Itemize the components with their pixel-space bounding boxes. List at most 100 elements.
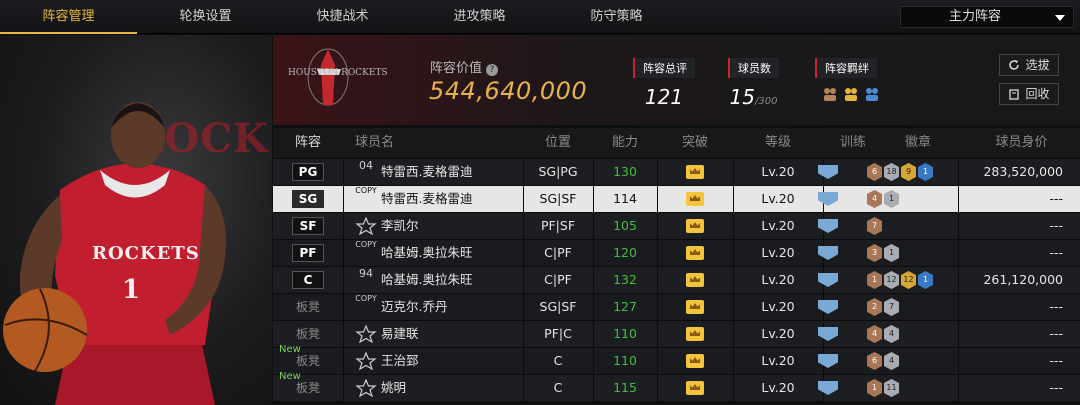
breakthrough-cell[interactable] bbox=[657, 348, 733, 374]
table-row[interactable]: 板凳 COPY 迈克尔.乔丹 SG|SF 127 Lv.20 27 --- bbox=[273, 293, 1080, 320]
training-cell[interactable] bbox=[803, 159, 853, 185]
player-name[interactable]: 迈克尔.乔丹 bbox=[381, 294, 447, 320]
crown-icon bbox=[686, 354, 704, 368]
badge-list[interactable]: 6 18 9 1 bbox=[867, 163, 933, 181]
player-value: --- bbox=[1049, 191, 1063, 206]
player-ability: 115 bbox=[613, 380, 637, 395]
training-cell[interactable] bbox=[803, 240, 853, 266]
player-count-label: 球员数 bbox=[728, 58, 779, 78]
table-row[interactable]: SG COPY 特雷西.麦格雷迪 SG|SF 114 Lv.20 41 --- bbox=[273, 185, 1080, 212]
crown-icon bbox=[686, 192, 704, 206]
player-position: SG|SF bbox=[539, 299, 577, 314]
badge-list[interactable]: 1 12 12 1 bbox=[867, 271, 933, 289]
help-icon[interactable]: ? bbox=[486, 64, 499, 76]
chevron-down-icon bbox=[1055, 15, 1065, 21]
breakthrough-cell[interactable] bbox=[657, 159, 733, 185]
breakthrough-cell[interactable] bbox=[657, 213, 733, 239]
badge-count: 3 bbox=[867, 244, 882, 262]
player-name[interactable]: 姚明 bbox=[381, 375, 406, 401]
badge-count: 6 bbox=[867, 352, 882, 370]
badge-count: 18 bbox=[884, 163, 899, 181]
position-slot-badge: SG bbox=[292, 190, 324, 208]
player-name[interactable]: 特雷西.麦格雷迪 bbox=[381, 186, 472, 212]
badge-count: 1 bbox=[867, 379, 882, 397]
breakthrough-cell[interactable] bbox=[657, 294, 733, 320]
lineup-slot-cell: C bbox=[273, 267, 343, 293]
bond-gold-icon[interactable] bbox=[842, 86, 860, 102]
column-divider bbox=[343, 159, 344, 185]
table-row[interactable]: PG 04 特雷西.麦格雷迪 SG|PG 130 Lv.20 6 18 9 1 283… bbox=[273, 158, 1080, 185]
jersey-number: 1 bbox=[122, 275, 141, 305]
badge-count: 7 bbox=[884, 298, 899, 316]
table-row[interactable]: C 94 哈基姆.奥拉朱旺 C|PF 132 Lv.20 1 12 12 1 261,… bbox=[273, 266, 1080, 293]
lineup-slot-cell: PF bbox=[273, 240, 343, 266]
badge-list[interactable]: 7 bbox=[867, 217, 882, 235]
breakthrough-cell[interactable] bbox=[657, 375, 733, 401]
training-cell[interactable] bbox=[803, 321, 853, 347]
training-cell[interactable] bbox=[803, 213, 853, 239]
player-value: --- bbox=[1049, 326, 1063, 341]
player-name[interactable]: 李凯尔 bbox=[381, 213, 419, 239]
table-row[interactable]: New 板凳 姚明 C 115 Lv.20 1 11 --- bbox=[273, 371, 1080, 401]
player-name[interactable]: 王治郅 bbox=[381, 348, 419, 374]
player-count-block: 球员数 15/300 bbox=[728, 57, 779, 109]
crown-icon bbox=[686, 273, 704, 287]
table-row[interactable]: PF COPY 哈基姆.奥拉朱旺 C|PF 120 Lv.20 31 --- bbox=[273, 239, 1080, 266]
player-value: 283,520,000 bbox=[983, 164, 1063, 179]
training-cell[interactable] bbox=[803, 294, 853, 320]
bond-blue-icon[interactable] bbox=[863, 86, 881, 102]
recycle-button[interactable]: 回收 bbox=[999, 83, 1059, 105]
badge-list[interactable]: 27 bbox=[867, 298, 899, 316]
player-name[interactable]: 易建联 bbox=[381, 321, 419, 347]
badge-count: 1 bbox=[867, 271, 882, 289]
training-cell[interactable] bbox=[803, 267, 853, 293]
badge-count: 1 bbox=[918, 163, 933, 181]
training-shield-icon bbox=[818, 246, 838, 260]
training-shield-icon bbox=[818, 327, 838, 341]
player-value: --- bbox=[1049, 299, 1063, 314]
player-name[interactable]: 哈基姆.奥拉朱旺 bbox=[381, 240, 472, 266]
training-cell[interactable] bbox=[803, 348, 853, 374]
table-row[interactable]: 板凳 易建联 PF|C 110 Lv.20 44 --- bbox=[273, 320, 1080, 347]
bond-bronze-icon[interactable] bbox=[821, 86, 839, 102]
table-row[interactable]: SF 李凯尔 PF|SF 105 Lv.20 7 --- bbox=[273, 212, 1080, 239]
col-ability: 能力 bbox=[611, 135, 638, 150]
badge-count: 11 bbox=[884, 379, 899, 397]
crown-icon bbox=[686, 327, 704, 341]
player-name[interactable]: 哈基姆.奥拉朱旺 bbox=[381, 267, 472, 293]
player-count-value: 15/300 bbox=[728, 85, 779, 109]
badge-count: 4 bbox=[884, 325, 899, 343]
breakthrough-cell[interactable] bbox=[657, 186, 733, 212]
player-name[interactable]: 特雷西.麦格雷迪 bbox=[381, 159, 472, 185]
tab-offense-strategy[interactable]: 进攻策略 bbox=[411, 0, 548, 34]
bench-label: 板凳 bbox=[295, 354, 320, 368]
badge-list[interactable]: 44 bbox=[867, 325, 899, 343]
badge-list[interactable]: 1 11 bbox=[867, 379, 899, 397]
select-button[interactable]: 选拔 bbox=[999, 54, 1059, 76]
badge-list[interactable]: 41 bbox=[867, 190, 899, 208]
training-shield-icon bbox=[818, 354, 838, 368]
column-divider bbox=[343, 321, 344, 347]
breakthrough-cell[interactable] bbox=[657, 267, 733, 293]
breakthrough-cell[interactable] bbox=[657, 321, 733, 347]
lineup-dropdown[interactable]: 主力阵容 bbox=[900, 6, 1074, 28]
select-button-label: 选拔 bbox=[1025, 58, 1050, 72]
lineup-slot-cell: 板凳 bbox=[273, 294, 343, 320]
lineup-slot-cell: PG bbox=[273, 159, 343, 185]
player-ability: 110 bbox=[613, 353, 637, 368]
player-position: C|PF bbox=[544, 272, 572, 287]
table-row[interactable]: New 板凳 王治郅 C 110 Lv.20 64 --- bbox=[273, 344, 1080, 374]
tab-rotation-settings[interactable]: 轮换设置 bbox=[137, 0, 274, 34]
breakthrough-cell[interactable] bbox=[657, 240, 733, 266]
tab-quick-tactics[interactable]: 快捷战术 bbox=[274, 0, 411, 34]
tab-lineup-management[interactable]: 阵容管理 bbox=[0, 0, 137, 34]
player-value: 261,120,000 bbox=[983, 272, 1063, 287]
training-cell[interactable] bbox=[803, 186, 853, 212]
lineup-bond-label: 阵容羁绊 bbox=[815, 58, 877, 78]
badge-list[interactable]: 31 bbox=[867, 244, 899, 262]
col-player-name: 球员名 bbox=[355, 135, 395, 150]
overall-rating-value: 121 bbox=[644, 85, 684, 109]
badge-list[interactable]: 64 bbox=[867, 352, 899, 370]
tab-defense-strategy[interactable]: 防守策略 bbox=[548, 0, 685, 34]
training-cell[interactable] bbox=[803, 375, 853, 401]
